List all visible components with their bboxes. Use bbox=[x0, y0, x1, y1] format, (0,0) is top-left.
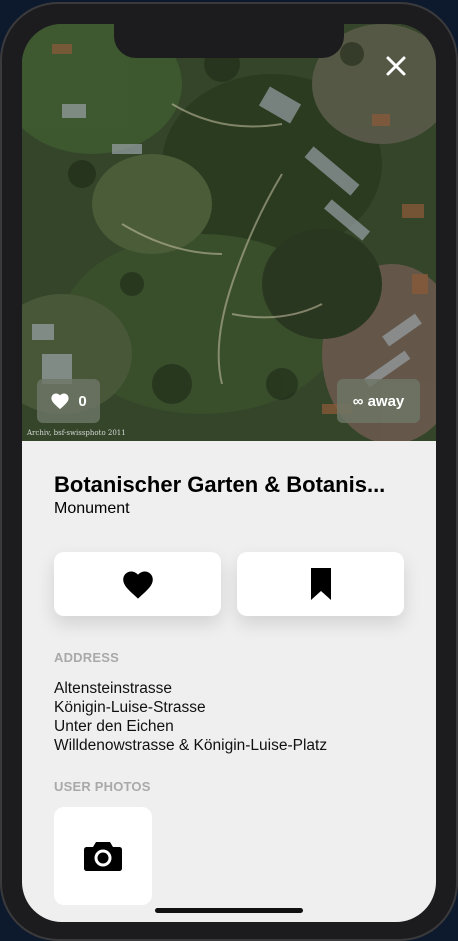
aerial-photo: 0 ∞ away Archiv, bsf-swissphoto 2011 bbox=[22, 24, 436, 441]
address-line: Unter den Eichen bbox=[54, 718, 174, 735]
photo-credit: Archiv, bsf-swissphoto 2011 bbox=[27, 429, 126, 437]
place-detail-screen: 0 ∞ away Archiv, bsf-swissphoto 2011 Bot… bbox=[22, 24, 436, 922]
home-indicator[interactable] bbox=[155, 908, 303, 913]
user-photos-heading: USER PHOTOS bbox=[54, 779, 151, 794]
likes-badge: 0 bbox=[37, 379, 100, 423]
phone-frame: 0 ∞ away Archiv, bsf-swissphoto 2011 Bot… bbox=[0, 2, 458, 941]
address-line: Altensteinstrasse bbox=[54, 680, 173, 697]
address-line: Willdenowstrasse & Königin-Luise-Platz bbox=[54, 737, 328, 754]
address-heading: ADDRESS bbox=[54, 650, 119, 665]
address-list: Altensteinstrasse Königin-Luise-Strasse … bbox=[54, 679, 327, 755]
close-button[interactable] bbox=[384, 54, 408, 78]
add-photo-button[interactable] bbox=[54, 807, 152, 905]
close-icon bbox=[386, 56, 406, 76]
likes-count: 0 bbox=[78, 392, 87, 410]
bookmark-icon bbox=[310, 568, 331, 600]
place-title: Botanischer Garten & Botanis... bbox=[54, 472, 386, 497]
like-button[interactable] bbox=[54, 552, 221, 616]
address-line: Königin-Luise-Strasse bbox=[54, 699, 206, 716]
place-category: Monument bbox=[54, 500, 130, 517]
camera-icon bbox=[84, 842, 122, 871]
distance-label: ∞ away bbox=[352, 392, 405, 410]
heart-icon bbox=[51, 393, 69, 410]
heart-icon bbox=[122, 571, 153, 599]
device-notch bbox=[114, 24, 344, 58]
bookmark-button[interactable] bbox=[237, 552, 404, 616]
distance-badge: ∞ away bbox=[337, 379, 420, 423]
